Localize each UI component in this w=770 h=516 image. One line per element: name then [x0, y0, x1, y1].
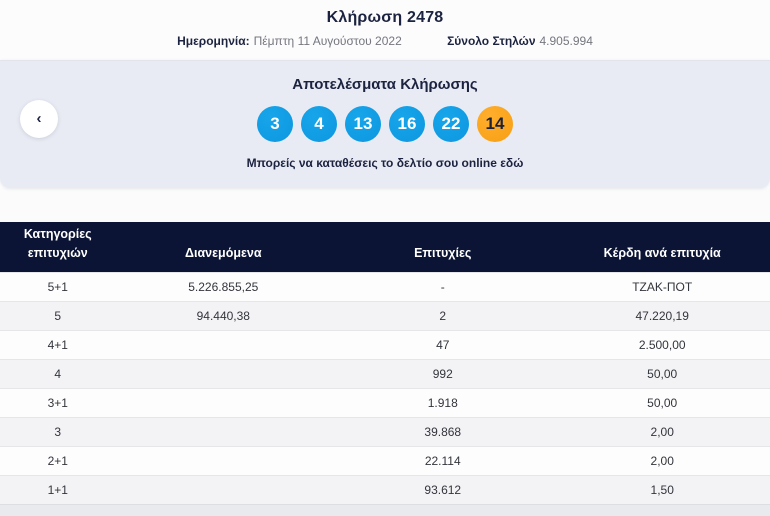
total-columns-label: Σύνολο Στηλών: [447, 34, 536, 48]
prize-cell: 1,50: [554, 474, 770, 504]
prize-cell: 2,00: [554, 416, 770, 446]
prize-cell: 47.220,19: [554, 300, 770, 330]
distributed-cell: [115, 445, 332, 475]
prize-cell: 50,00: [554, 358, 770, 388]
distributed-cell: [115, 387, 332, 417]
prize-table-row: 5+1 5.226.855,25- ΤΖΑΚ-ΠΟΤ: [0, 271, 770, 301]
page-title: Κλήρωση 2478: [326, 9, 444, 26]
category-cell: 2+1: [0, 445, 116, 475]
prize-table: Κατηγορίες επιτυχιών Διανεμόμενα Επιτυχί…: [0, 222, 770, 504]
winning-numbers: 3 4 13 16 22 14: [0, 106, 770, 142]
column-header-categories: Κατηγορίες επιτυχιών: [0, 222, 116, 272]
prize-table-row: 2+1 22.114 2,00: [0, 445, 770, 475]
prize-table-header-row: Κατηγορίες επιτυχιών Διανεμόμενα Επιτυχί…: [0, 222, 770, 272]
winners-cell: 47: [331, 329, 555, 359]
results-band: ‹ Αποτελέσματα Κλήρωσης 3 4 13 16 22 14 Μπορε…: [0, 60, 770, 188]
draw-header: Κλήρωση 2478 Ημερομηνία: Πέμπτη 11 Αυγούσ…: [0, 0, 770, 60]
distributed-cell: 5.226.855,25: [115, 271, 332, 301]
category-cell: 4: [0, 358, 116, 388]
previous-draw-button[interactable]: ‹: [20, 100, 58, 138]
category-cell: 4+1: [0, 329, 116, 359]
draw-date: Ημερομηνία: Πέμπτη 11 Αυγούστου 2022: [177, 34, 402, 48]
tzoker-draw-page: Κλήρωση 2478 Ημερομηνία: Πέμπτη 11 Αυγούσ…: [0, 0, 770, 516]
column-header-distributed: Διανεμόμενα: [115, 222, 332, 272]
prize-cell: 50,00: [554, 387, 770, 417]
column-header-prize: Κέρδη ανά επιτυχία: [554, 222, 770, 272]
winners-cell: 39.868: [331, 416, 555, 446]
winning-number-ball: 3: [257, 106, 293, 142]
winners-cell: -: [331, 271, 555, 301]
joker-number-ball: 14: [477, 106, 513, 142]
winners-cell: 992: [331, 358, 555, 388]
category-cell: 5: [0, 300, 116, 330]
distributed-cell: [115, 329, 332, 359]
winners-cell: 2: [331, 300, 555, 330]
winning-number-ball: 16: [389, 106, 425, 142]
distributed-cell: 94.440,38: [115, 300, 332, 330]
prize-table-row: 3 39.868 2,00: [0, 416, 770, 446]
prize-cell: ΤΖΑΚ-ΠΟΤ: [554, 271, 770, 301]
prize-cell: 2,00: [554, 445, 770, 475]
winning-number-ball: 22: [433, 106, 469, 142]
prize-table-row: 4 992 50,00: [0, 358, 770, 388]
category-cell: 5+1: [0, 271, 116, 301]
chevron-left-icon: ‹: [36, 110, 42, 127]
prize-table-row: 4+1 47 2.500,00: [0, 329, 770, 359]
results-footer-text: Μπορείς να καταθέσεις το δελτίο σου onli…: [246, 156, 497, 170]
distributed-cell: [115, 416, 332, 446]
category-cell: 3: [0, 416, 116, 446]
draw-date-value: Πέμπτη 11 Αυγούστου 2022: [253, 34, 402, 48]
results-heading: Αποτελέσματα Κλήρωσης: [292, 76, 478, 93]
distributed-cell: [115, 474, 332, 504]
category-cell: 3+1: [0, 387, 116, 417]
category-cell: 1+1: [0, 474, 116, 504]
winning-number-ball: 4: [301, 106, 337, 142]
prize-table-row: 5 94.440,38 2 47.220,19: [0, 300, 770, 330]
draw-date-label: Ημερομηνία:: [177, 34, 250, 48]
prize-table-row: 1+1 93.612 1,50: [0, 474, 770, 504]
winners-cell: 22.114: [331, 445, 555, 475]
winners-cell: 1.918: [331, 387, 555, 417]
draw-meta: Ημερομηνία: Πέμπτη 11 Αυγούστου 2022 Σύνο…: [0, 34, 770, 48]
total-columns: Σύνολο Στηλών 4.905.994: [447, 34, 593, 48]
results-footer: Μπορείς να καταθέσεις το δελτίο σου onli…: [0, 156, 770, 170]
distributed-cell: [115, 358, 332, 388]
winning-number-ball: 13: [345, 106, 381, 142]
prize-cell: 2.500,00: [554, 329, 770, 359]
prize-table-row: 3+1 1.918 50,00: [0, 387, 770, 417]
column-header-winners: Επιτυχίες: [331, 222, 555, 272]
submit-online-link[interactable]: εδώ: [500, 156, 523, 170]
total-columns-value: 4.905.994: [539, 34, 593, 48]
bottom-band: [0, 504, 770, 516]
section-gap: [0, 188, 770, 222]
winners-cell: 93.612: [331, 474, 555, 504]
